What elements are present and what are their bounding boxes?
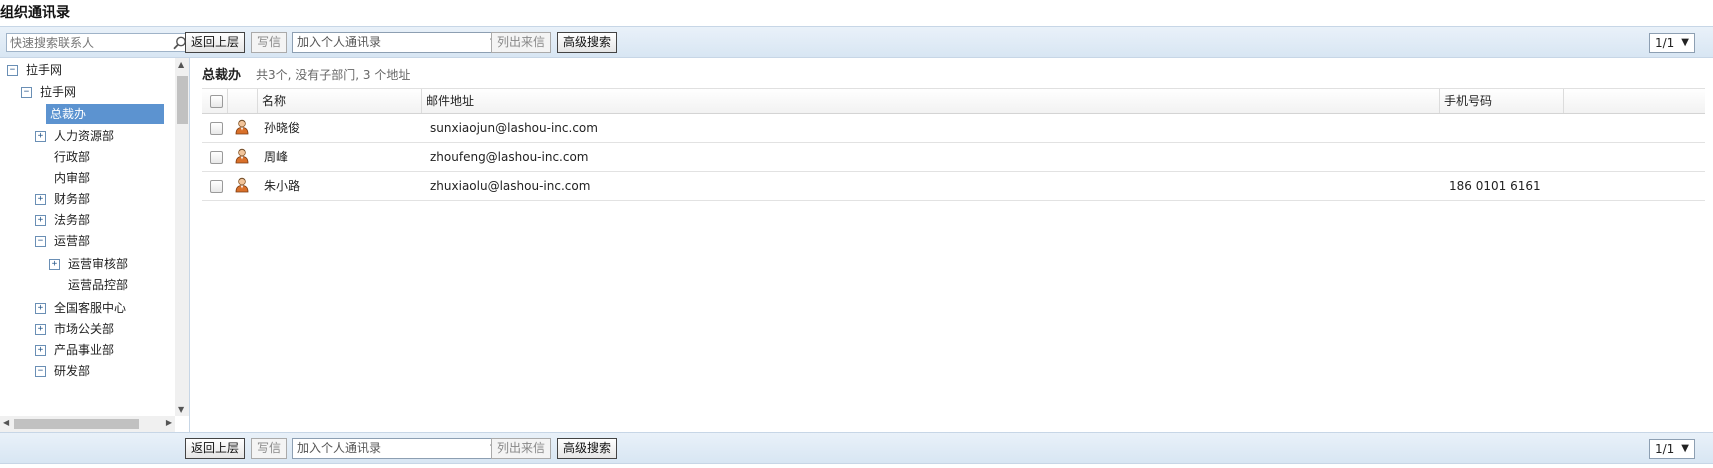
email-column-header[interactable]: 邮件地址 xyxy=(421,89,1439,113)
contact-name[interactable]: 周峰 xyxy=(264,143,288,171)
contact-email[interactable]: zhuxiaolu@lashou-inc.com xyxy=(430,172,590,200)
back-button[interactable]: 返回上层 xyxy=(185,32,246,53)
tree-item[interactable]: + 全国客服中心 xyxy=(35,298,130,318)
collapse-icon[interactable]: − xyxy=(35,236,46,247)
tree-item-label: 运营审核部 xyxy=(68,257,129,271)
expand-icon[interactable]: + xyxy=(35,324,46,335)
tree-child[interactable]: − 拉手网 xyxy=(21,82,80,102)
tree-child-label: 拉手网 xyxy=(40,85,77,99)
page-select[interactable]: 1/1 ▼ xyxy=(1649,33,1695,53)
expand-icon[interactable]: + xyxy=(35,345,46,356)
tree-item-label: 总裁办 xyxy=(46,104,164,124)
page-indicator: 1/1 xyxy=(1655,442,1675,456)
page-indicator: 1/1 xyxy=(1655,36,1675,50)
expand-icon[interactable]: + xyxy=(49,259,60,270)
tree-item-label: 人力资源部 xyxy=(54,129,115,143)
collapse-icon[interactable]: − xyxy=(35,366,46,377)
phone-column-header[interactable]: 手机号码 xyxy=(1439,89,1563,113)
expand-icon[interactable]: + xyxy=(35,194,46,205)
tree-item[interactable]: + 市场公关部 xyxy=(35,319,118,339)
tree-horizontal-scrollbar[interactable]: ◀ ▶ xyxy=(0,416,175,432)
contact-table: 名称 邮件地址 手机号码 孙晓俊 sunxiaojun@lashou-inc.co… xyxy=(202,88,1705,201)
advanced-search-button[interactable]: 高级搜索 xyxy=(557,438,618,459)
tree-vertical-scrollbar[interactable]: ▲ ▼ xyxy=(175,58,189,416)
table-row[interactable]: 周峰 zhoufeng@lashou-inc.com xyxy=(202,143,1705,172)
tree-item-label: 研发部 xyxy=(54,364,91,378)
tree-item-label: 财务部 xyxy=(54,192,91,206)
write-button[interactable]: 写信 xyxy=(251,438,288,459)
table-header: 名称 邮件地址 手机号码 xyxy=(202,88,1705,114)
person-icon xyxy=(235,119,249,135)
row-checkbox[interactable] xyxy=(210,151,223,164)
tree-item[interactable]: 内审部 xyxy=(35,168,94,188)
collapse-icon[interactable]: − xyxy=(7,65,18,76)
select-all-checkbox[interactable] xyxy=(210,95,223,108)
write-button[interactable]: 写信 xyxy=(251,32,288,53)
tree-item-label: 内审部 xyxy=(54,171,91,185)
tree-root-label: 拉手网 xyxy=(26,63,63,77)
row-checkbox[interactable] xyxy=(210,180,223,193)
contact-email[interactable]: zhoufeng@lashou-inc.com xyxy=(430,143,588,171)
top-toolbar: 返回上层 写信 加入个人通讯录 ▼ 列出来信 高级搜索 1/1 ▼ xyxy=(0,26,1713,58)
row-checkbox[interactable] xyxy=(210,122,223,135)
scroll-right-icon[interactable]: ▶ xyxy=(166,418,172,427)
table-row[interactable]: 朱小路 zhuxiaolu@lashou-inc.com 186 0101 6161 xyxy=(202,172,1705,201)
expand-icon[interactable]: + xyxy=(35,215,46,226)
scroll-left-icon[interactable]: ◀ xyxy=(3,418,9,427)
search-input[interactable] xyxy=(7,34,173,51)
tree-root[interactable]: − 拉手网 xyxy=(7,60,66,80)
expand-icon[interactable]: + xyxy=(35,131,46,142)
tree-item-label: 法务部 xyxy=(54,213,91,227)
tree-item[interactable]: 总裁办 xyxy=(35,104,164,124)
add-personal-select[interactable]: 加入个人通讯录 ▼ xyxy=(292,32,504,53)
dept-title: 总裁办 xyxy=(202,68,242,83)
org-tree-panel: − 拉手网 − 拉手网 总裁办 + 人力资源部 行政部 内审部 + 财务部 + 法务部 − 运营部 + 运营… xyxy=(0,58,190,432)
tree-item-label: 行政部 xyxy=(54,150,91,164)
tree-item-label: 运营品控部 xyxy=(68,278,129,292)
scrollbar-thumb[interactable] xyxy=(177,76,188,124)
back-button[interactable]: 返回上层 xyxy=(185,438,246,459)
tree-item[interactable]: + 产品事业部 xyxy=(35,340,118,360)
tree-item[interactable]: 行政部 xyxy=(35,147,94,167)
table-row[interactable]: 孙晓俊 sunxiaojun@lashou-inc.com xyxy=(202,114,1705,143)
add-personal-select[interactable]: 加入个人通讯录 ▼ xyxy=(292,438,504,459)
tree-item[interactable]: − 运营部 xyxy=(35,231,94,251)
header-spacer xyxy=(1563,89,1577,113)
contact-name[interactable]: 朱小路 xyxy=(264,172,300,200)
chevron-down-icon: ▼ xyxy=(1681,37,1689,48)
scroll-up-icon[interactable]: ▲ xyxy=(178,60,184,69)
tree-item-label: 市场公关部 xyxy=(54,322,115,336)
tree-item-label: 运营部 xyxy=(54,234,91,248)
page-title: 组织通讯录 xyxy=(0,5,70,21)
search-box[interactable] xyxy=(6,33,192,52)
tree-item[interactable]: − 研发部 xyxy=(35,361,94,381)
tree-item[interactable]: + 人力资源部 xyxy=(35,126,118,146)
tree-item-label: 全国客服中心 xyxy=(54,301,127,315)
expand-icon[interactable]: + xyxy=(35,303,46,314)
list-letters-button[interactable]: 列出来信 xyxy=(491,32,552,53)
list-letters-button[interactable]: 列出来信 xyxy=(491,438,552,459)
tree-item-label: 产品事业部 xyxy=(54,343,115,357)
chevron-down-icon: ▼ xyxy=(1681,443,1689,454)
contact-name[interactable]: 孙晓俊 xyxy=(264,114,300,142)
person-icon xyxy=(235,177,249,193)
add-personal-select-value: 加入个人通讯录 xyxy=(297,35,382,49)
dept-summary: 共3个, 没有子部门, 3 个地址 xyxy=(256,68,411,82)
scrollbar-thumb[interactable] xyxy=(14,419,139,429)
tree-item[interactable]: + 法务部 xyxy=(35,210,94,230)
icon-column-header xyxy=(227,89,257,113)
contact-email[interactable]: sunxiaojun@lashou-inc.com xyxy=(430,114,598,142)
collapse-icon[interactable]: − xyxy=(21,87,32,98)
contact-phone: 186 0101 6161 xyxy=(1449,179,1541,193)
person-icon xyxy=(235,148,249,164)
page-select[interactable]: 1/1 ▼ xyxy=(1649,439,1695,459)
name-column-header[interactable]: 名称 xyxy=(257,89,423,113)
tree-item[interactable]: 运营品控部 xyxy=(49,275,132,295)
add-personal-select-value: 加入个人通讯录 xyxy=(297,441,382,455)
tree-item[interactable]: + 财务部 xyxy=(35,189,94,209)
scroll-down-icon[interactable]: ▼ xyxy=(178,405,184,414)
tree-item[interactable]: + 运营审核部 xyxy=(49,254,132,274)
bottom-toolbar: 返回上层 写信 加入个人通讯录 ▼ 列出来信 高级搜索 1/1 ▼ xyxy=(0,432,1713,464)
advanced-search-button[interactable]: 高级搜索 xyxy=(557,32,618,53)
